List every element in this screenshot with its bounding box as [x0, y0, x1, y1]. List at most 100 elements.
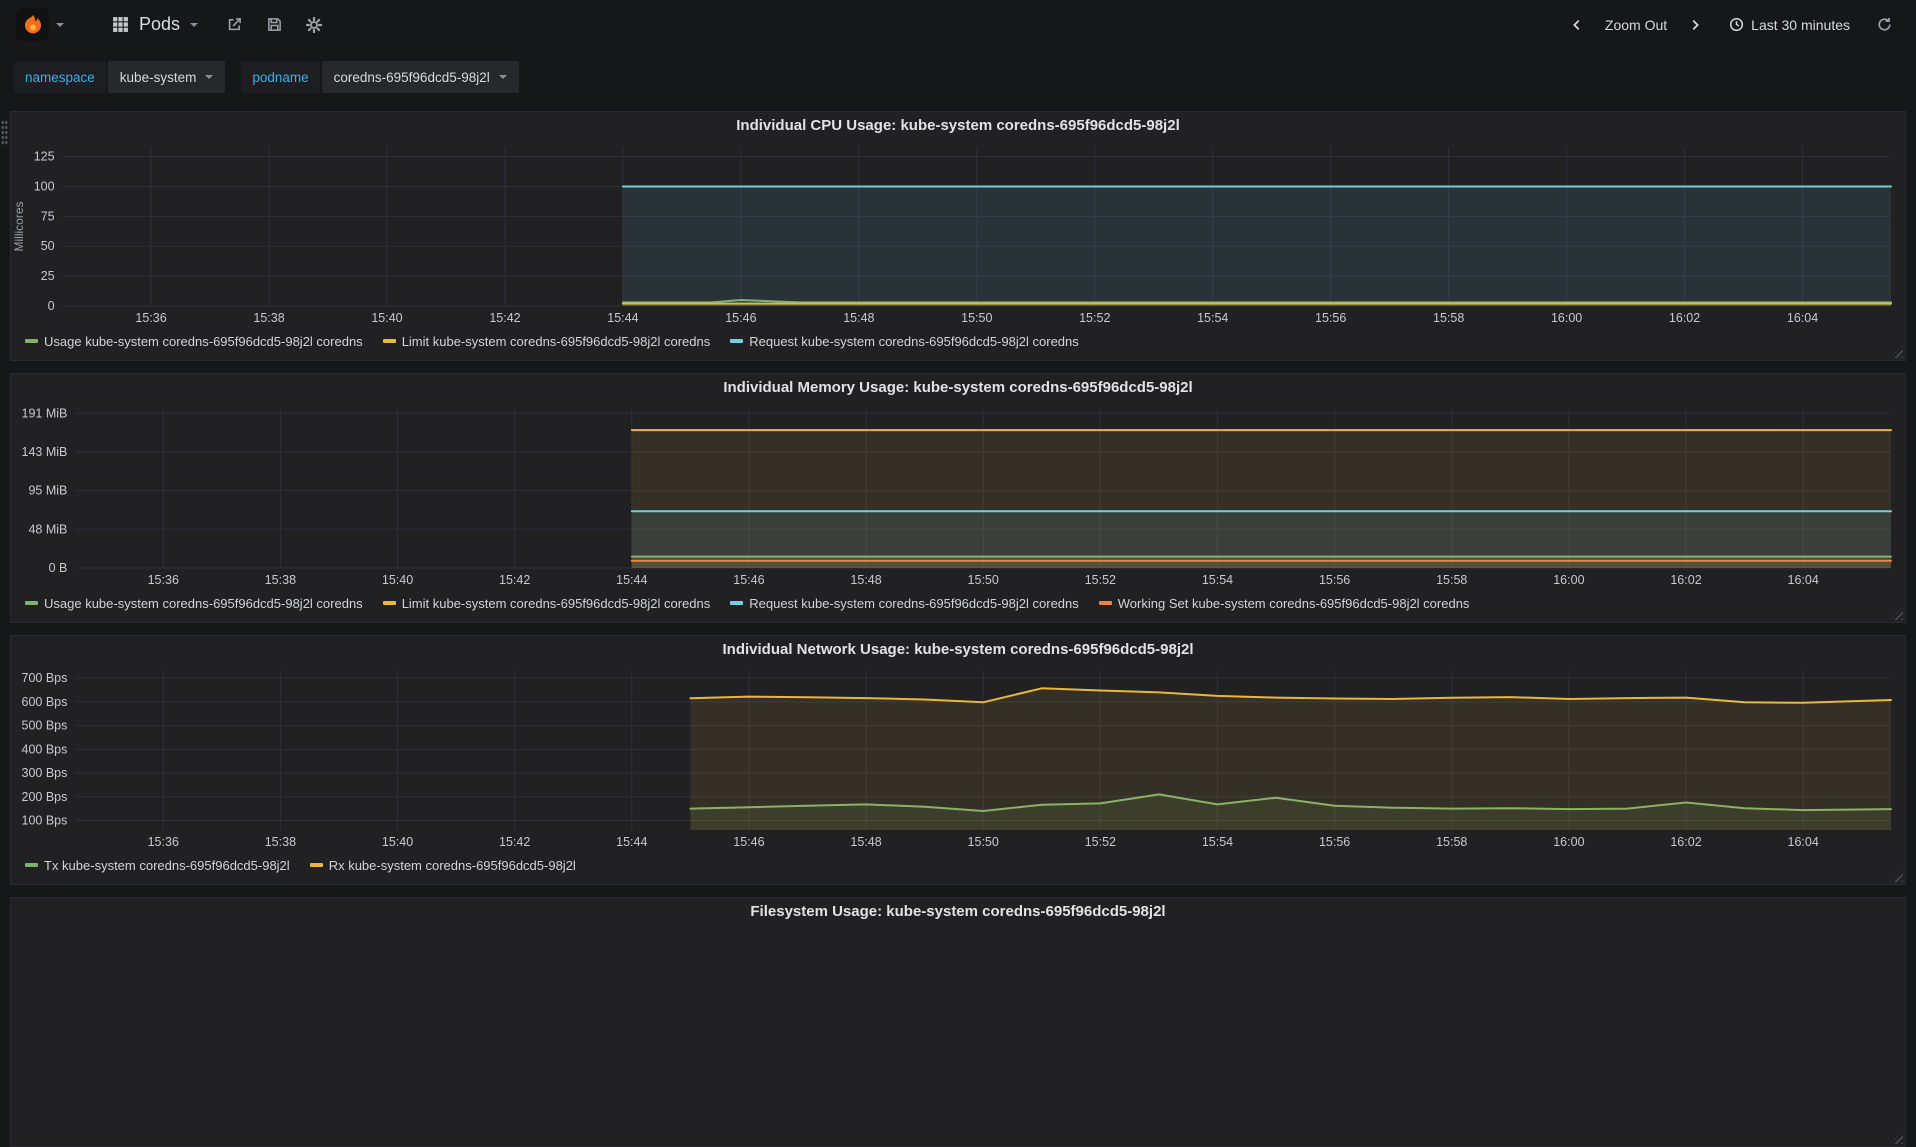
refresh-button[interactable]	[1866, 7, 1902, 43]
time-shift-back-button[interactable]	[1559, 7, 1595, 43]
series-color-dash	[382, 339, 396, 343]
svg-text:700 Bps: 700 Bps	[22, 671, 68, 685]
save-button[interactable]	[256, 7, 292, 43]
svg-text:15:52: 15:52	[1079, 311, 1110, 325]
legend-label: Limit kube-system coredns-695f96dcd5-98j…	[401, 333, 711, 349]
time-range-picker[interactable]: Last 30 minutes	[1719, 11, 1860, 39]
chevron-down-icon	[205, 75, 214, 79]
floppy-save-icon	[267, 18, 281, 31]
svg-text:15:40: 15:40	[382, 573, 413, 587]
legend-item[interactable]: Limit kube-system coredns-695f96dcd5-98j…	[382, 333, 711, 349]
series-color-dash	[730, 339, 744, 343]
svg-text:125: 125	[34, 150, 55, 164]
legend-item[interactable]: Request kube-system coredns-695f96dcd5-9…	[730, 596, 1079, 611]
panel-memory-usage: Individual Memory Usage: kube-system cor…	[10, 373, 1906, 623]
legend-item[interactable]: Usage kube-system coredns-695f96dcd5-98j…	[25, 596, 363, 611]
time-range-label: Last 30 minutes	[1751, 16, 1850, 33]
panel-title[interactable]: Individual CPU Usage: kube-system coredn…	[11, 112, 1905, 139]
svg-text:600 Bps: 600 Bps	[22, 695, 68, 709]
filesystem-usage-graph[interactable]	[11, 925, 1905, 1146]
svg-text:15:52: 15:52	[1085, 573, 1116, 587]
legend: Usage kube-system coredns-695f96dcd5-98j…	[11, 328, 1905, 360]
svg-text:15:48: 15:48	[843, 311, 874, 325]
navbar: Pods Zoom Out Last 30 minutes	[0, 0, 1916, 49]
svg-text:16:00: 16:00	[1553, 835, 1584, 849]
template-variables-bar: namespace kube-system podname coredns-69…	[0, 49, 1916, 103]
share-button[interactable]	[216, 7, 252, 43]
svg-text:95 MiB: 95 MiB	[28, 484, 67, 498]
svg-text:15:44: 15:44	[616, 835, 647, 849]
svg-text:15:54: 15:54	[1197, 311, 1228, 325]
namespace-value-dropdown[interactable]: kube-system	[107, 61, 226, 93]
svg-text:48 MiB: 48 MiB	[28, 522, 67, 536]
cpu-usage-graph[interactable]: 15:36 15:38 15:40 15:42 15:44 15:46 15:48 15:50…	[11, 139, 1905, 328]
svg-text:16:00: 16:00	[1551, 311, 1582, 325]
time-shift-forward-button[interactable]	[1677, 7, 1713, 43]
dashboard-picker[interactable]: Pods	[98, 6, 212, 43]
legend-item[interactable]: Usage kube-system coredns-695f96dcd5-98j…	[25, 334, 363, 349]
legend-item[interactable]: Rx kube-system coredns-695f96dcd5-98j2l	[309, 858, 576, 873]
legend-label: Limit kube-system coredns-695f96dcd5-98j…	[401, 595, 711, 611]
svg-text:15:48: 15:48	[850, 573, 881, 587]
svg-text:143 MiB: 143 MiB	[22, 445, 68, 459]
svg-text:16:04: 16:04	[1788, 835, 1819, 849]
legend-label: Tx kube-system coredns-695f96dcd5-98j2l	[44, 857, 290, 873]
grafana-logo	[16, 8, 49, 41]
variable-value: coredns-695f96dcd5-98j2l	[333, 69, 490, 85]
svg-text:191 MiB: 191 MiB	[22, 406, 68, 420]
svg-text:Millicores: Millicores	[12, 201, 26, 251]
svg-text:25: 25	[41, 269, 55, 283]
svg-text:15:56: 15:56	[1319, 573, 1350, 587]
svg-text:15:50: 15:50	[968, 573, 999, 587]
legend-item[interactable]: Request kube-system coredns-695f96dcd5-9…	[730, 334, 1079, 349]
svg-text:15:42: 15:42	[489, 311, 520, 325]
legend-item[interactable]: Tx kube-system coredns-695f96dcd5-98j2l	[25, 858, 290, 873]
legend-item[interactable]: Working Set kube-system coredns-695f96dc…	[1098, 596, 1469, 611]
svg-text:500 Bps: 500 Bps	[22, 719, 68, 733]
svg-text:300 Bps: 300 Bps	[22, 766, 68, 780]
apps-grid-icon	[113, 17, 128, 32]
legend-item[interactable]: Limit kube-system coredns-695f96dcd5-98j…	[382, 595, 711, 611]
zoom-out-button[interactable]: Zoom Out	[1601, 11, 1671, 39]
svg-text:15:58: 15:58	[1436, 835, 1467, 849]
legend: Usage kube-system coredns-695f96dcd5-98j…	[11, 590, 1905, 622]
chevron-left-icon	[1573, 19, 1580, 30]
grafana-flame-icon	[24, 14, 41, 33]
series-color-dash	[1098, 601, 1112, 605]
variable-label: namespace	[14, 61, 106, 93]
chevron-down-icon	[56, 22, 64, 27]
svg-text:100: 100	[34, 179, 55, 193]
series-color-dash	[25, 339, 38, 343]
sidemenu-toggle-grip[interactable]	[1, 120, 8, 146]
grafana-main-menu[interactable]	[14, 8, 72, 41]
svg-text:400 Bps: 400 Bps	[22, 742, 68, 756]
refresh-icon	[1877, 17, 1891, 31]
series-color-dash	[25, 601, 38, 605]
settings-button[interactable]	[296, 7, 332, 43]
legend: Tx kube-system coredns-695f96dcd5-98j2l R…	[11, 852, 1905, 884]
series-color-dash	[382, 601, 396, 605]
svg-text:15:50: 15:50	[961, 311, 992, 325]
chevron-down-icon	[498, 75, 507, 79]
panel-title[interactable]: Filesystem Usage: kube-system coredns-69…	[11, 898, 1905, 925]
dashboard-grid: Individual CPU Usage: kube-system coredn…	[0, 103, 1916, 1147]
gear-icon	[306, 16, 323, 33]
podname-value-dropdown[interactable]: coredns-695f96dcd5-98j2l	[321, 61, 519, 93]
svg-text:15:36: 15:36	[148, 573, 179, 587]
svg-text:15:56: 15:56	[1315, 311, 1346, 325]
panel-network-usage: Individual Network Usage: kube-system co…	[10, 635, 1906, 885]
memory-usage-graph[interactable]: 15:36 15:38 15:40 15:42 15:44 15:46 15:48 15:50…	[11, 401, 1905, 590]
svg-text:15:36: 15:36	[148, 835, 179, 849]
svg-text:15:38: 15:38	[265, 573, 296, 587]
panel-title[interactable]: Individual Network Usage: kube-system co…	[11, 636, 1905, 663]
svg-text:16:00: 16:00	[1553, 573, 1584, 587]
network-usage-graph[interactable]: 15:36 15:38 15:40 15:42 15:44 15:46 15:48 15:50…	[11, 663, 1905, 852]
panel-title[interactable]: Individual Memory Usage: kube-system cor…	[11, 374, 1905, 401]
svg-text:15:44: 15:44	[607, 311, 638, 325]
svg-text:75: 75	[41, 209, 55, 223]
svg-text:0 B: 0 B	[49, 561, 68, 575]
panel-filesystem-usage: Filesystem Usage: kube-system coredns-69…	[10, 897, 1906, 1147]
chevron-down-icon	[190, 22, 199, 27]
svg-text:15:42: 15:42	[499, 573, 530, 587]
svg-text:100 Bps: 100 Bps	[22, 814, 68, 828]
